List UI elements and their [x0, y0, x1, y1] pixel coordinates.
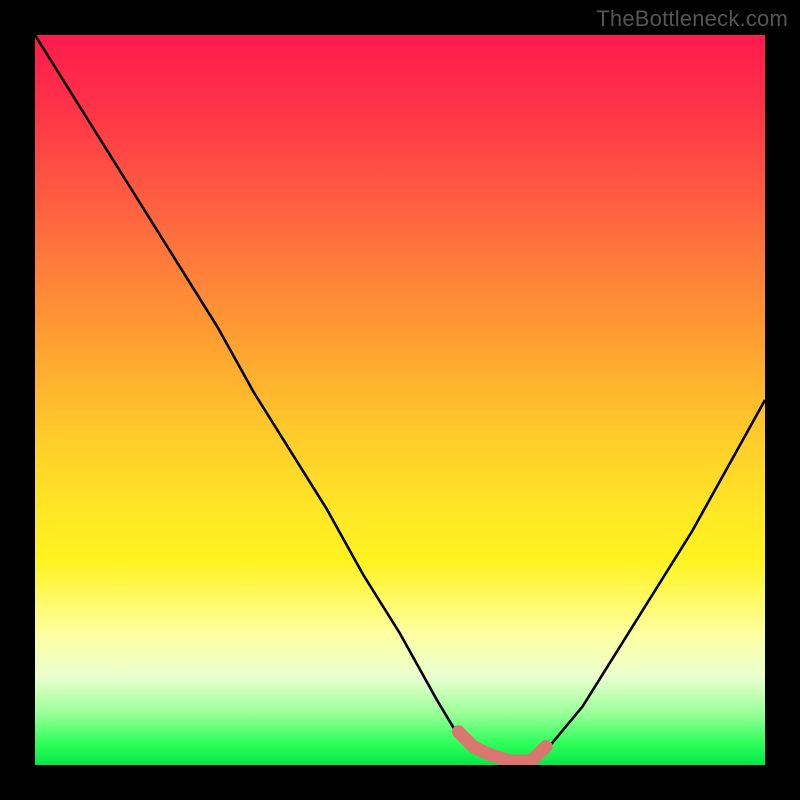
chart-curve — [35, 35, 765, 765]
chart-highlight — [458, 732, 546, 761]
watermark-text: TheBottleneck.com — [596, 6, 788, 32]
chart-plot-area — [35, 35, 765, 765]
chart-svg — [35, 35, 765, 765]
chart-frame: TheBottleneck.com — [0, 0, 800, 800]
